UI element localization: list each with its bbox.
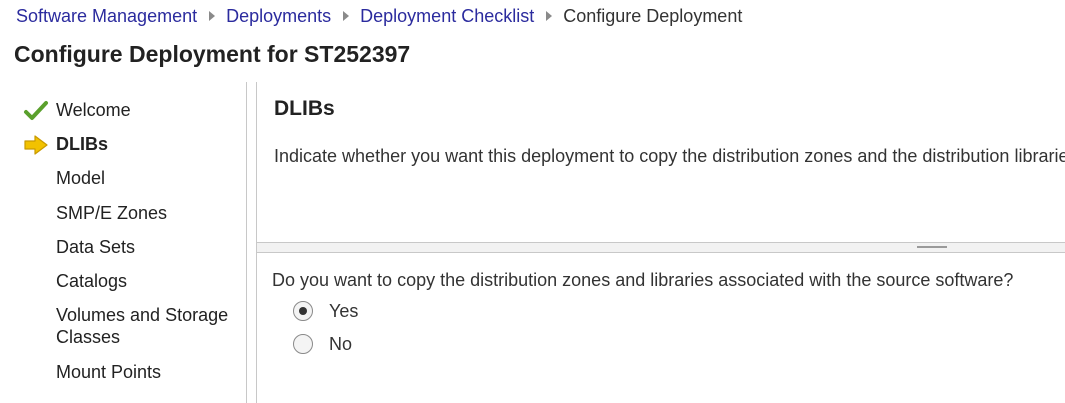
step-label-line1: Volumes and Storage bbox=[56, 305, 229, 325]
copy-question: Do you want to copy the distribution zon… bbox=[272, 270, 1014, 290]
step-volumes-and-storage-classes[interactable]: Volumes and Storage Classes bbox=[56, 304, 228, 348]
breadcrumb-separator-icon bbox=[546, 11, 553, 21]
breadcrumb: Software Management Deployments Deployme… bbox=[16, 5, 742, 27]
breadcrumb-deployments[interactable]: Deployments bbox=[226, 6, 331, 27]
checkmark-icon bbox=[24, 101, 48, 120]
section-description: Indicate whether you want this deploymen… bbox=[274, 146, 1065, 166]
step-label: Model bbox=[56, 168, 106, 188]
breadcrumb-current: Configure Deployment bbox=[563, 5, 743, 26]
pane-splitter[interactable] bbox=[257, 242, 1065, 253]
splitter-grip-icon bbox=[917, 246, 947, 248]
step-label: SMP/E Zones bbox=[56, 203, 168, 223]
step-model[interactable]: Model bbox=[56, 167, 105, 189]
breadcrumb-separator-icon bbox=[209, 11, 216, 21]
breadcrumb-separator-icon bbox=[343, 11, 350, 21]
radio-no-button[interactable] bbox=[293, 334, 313, 354]
step-catalogs[interactable]: Catalogs bbox=[56, 270, 127, 292]
step-mount-points[interactable]: Mount Points bbox=[56, 361, 161, 383]
radio-yes[interactable]: Yes bbox=[293, 299, 358, 323]
radio-yes-label: Yes bbox=[329, 300, 359, 321]
breadcrumb-deployment-checklist[interactable]: Deployment Checklist bbox=[360, 6, 534, 27]
breadcrumb-software-management[interactable]: Software Management bbox=[16, 6, 197, 27]
step-dlibs[interactable]: DLIBs bbox=[24, 133, 109, 155]
wizard-step-list: Welcome DLIBs Model SMP/E Zones Data Set… bbox=[0, 92, 246, 403]
radio-yes-button[interactable] bbox=[293, 301, 313, 321]
section-title: DLIBs bbox=[274, 97, 335, 120]
step-label: DLIBs bbox=[56, 134, 109, 154]
step-label-line2: Classes bbox=[56, 327, 121, 347]
sidebar-divider bbox=[246, 82, 247, 403]
radio-no-label: No bbox=[329, 333, 353, 354]
page-title: Configure Deployment for ST252397 bbox=[14, 41, 411, 67]
step-label: Mount Points bbox=[56, 362, 162, 382]
step-welcome[interactable]: Welcome bbox=[24, 99, 131, 121]
step-label: Catalogs bbox=[56, 271, 128, 291]
step-label: Welcome bbox=[56, 100, 131, 120]
step-label: Data Sets bbox=[56, 237, 136, 257]
step-data-sets[interactable]: Data Sets bbox=[56, 236, 135, 258]
arrow-right-icon bbox=[24, 135, 48, 155]
radio-no[interactable]: No bbox=[293, 332, 352, 356]
step-smpe-zones[interactable]: SMP/E Zones bbox=[56, 202, 167, 224]
